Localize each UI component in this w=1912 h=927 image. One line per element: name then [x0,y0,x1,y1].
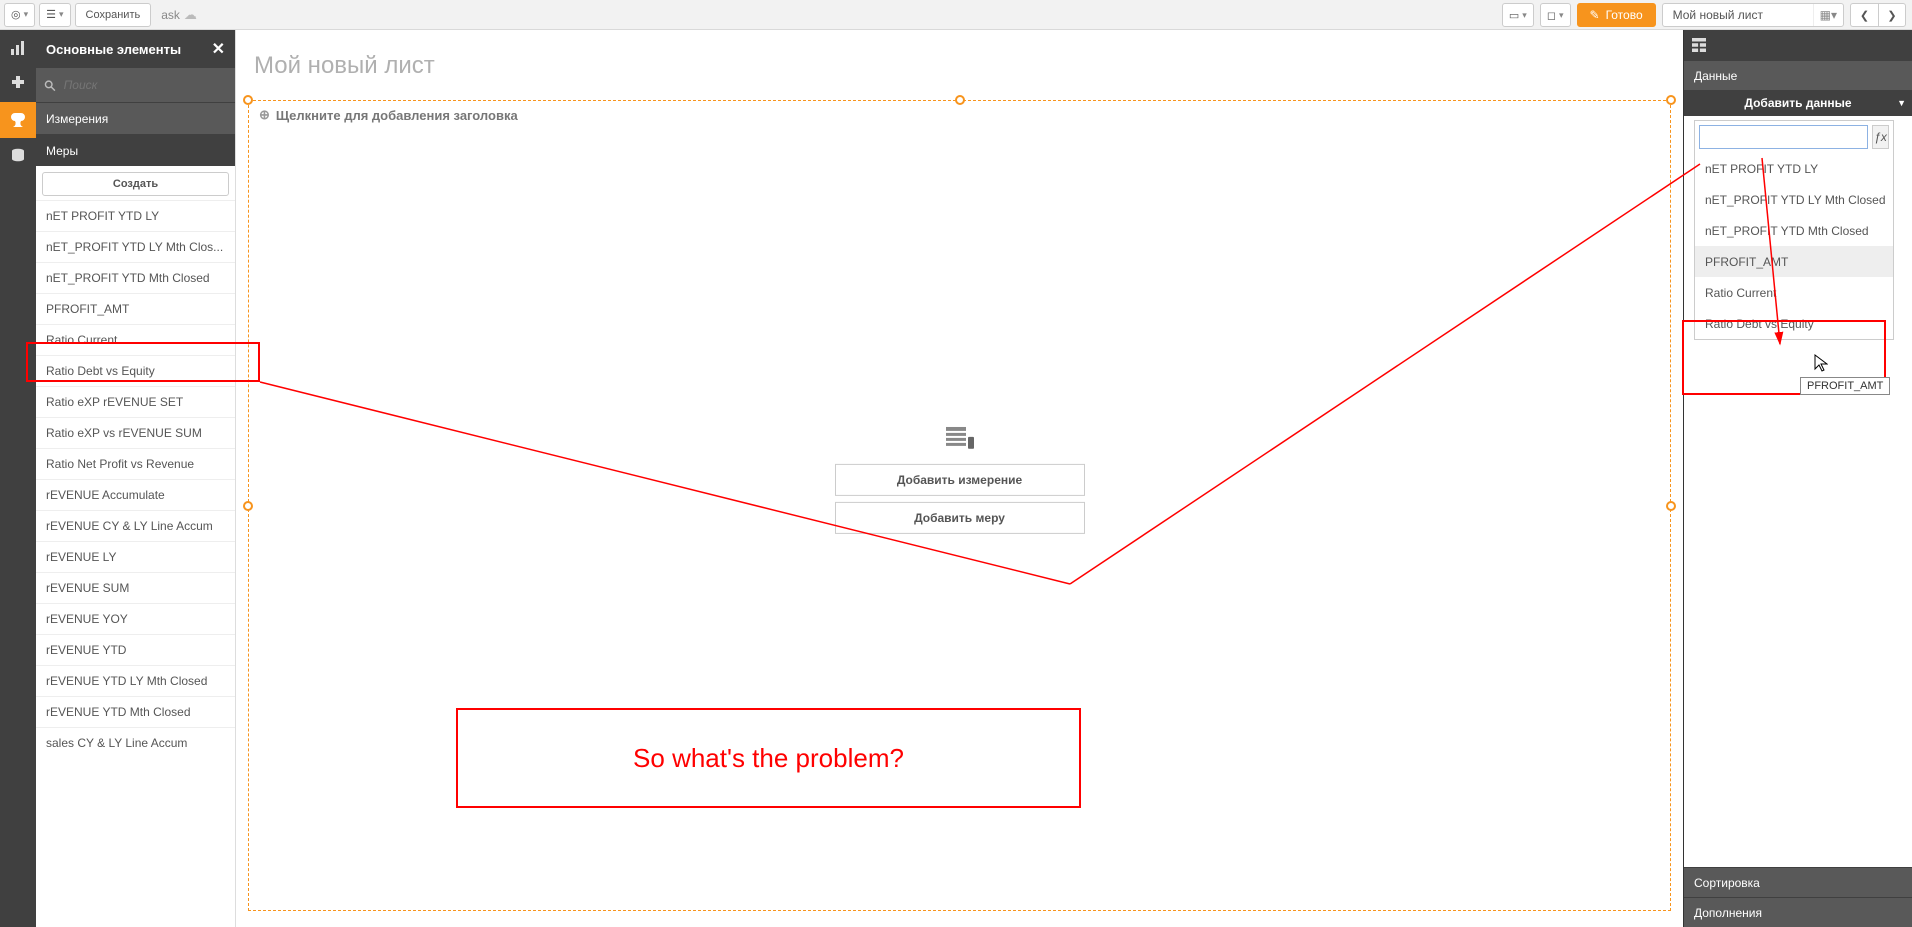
sheet-title[interactable]: Мой новый лист [254,52,435,80]
chevron-down-icon: ▼ [1897,98,1906,108]
search-icon [44,79,56,92]
measure-item[interactable]: Ratio Net Profit vs Revenue [36,448,235,479]
prev-sheet-button[interactable]: ❮ [1850,3,1878,27]
measure-item[interactable]: Ratio eXP vs rEVENUE SUM [36,417,235,448]
add-title-hint[interactable]: ⊕ Щелкните для добавления заголовка [259,107,518,123]
measure-item[interactable]: rEVENUE Accumulate [36,479,235,510]
panel-search[interactable] [36,68,235,102]
sheet-selector[interactable]: Мой новый лист ▦▾ [1662,3,1844,27]
resize-handle[interactable] [243,95,253,105]
cloud-icon: ☁ [184,7,197,23]
picker-item[interactable]: nET_PROFIT YTD Mth Closed [1695,215,1893,246]
picker-item[interactable]: nET PROFIT YTD LY [1695,153,1893,184]
measure-item[interactable]: rEVENUE SUM [36,572,235,603]
resize-handle[interactable] [243,501,253,511]
table-icon [946,426,974,453]
measure-item[interactable]: nET_PROFIT YTD LY Mth Clos... [36,231,235,262]
add-dimension-button[interactable]: Добавить измерение [835,463,1085,495]
measure-item[interactable]: rEVENUE YTD Mth Closed [36,696,235,727]
list-dropdown[interactable]: ☰▾ [39,3,70,27]
measure-item[interactable]: rEVENUE YTD LY Mth Closed [36,665,235,696]
resize-handle[interactable] [1666,95,1676,105]
add-data-button[interactable]: Добавить данные▼ [1684,90,1912,116]
rail-data-icon[interactable] [0,138,36,174]
rail-master-items-icon[interactable] [0,102,36,138]
annotation-question-box: So what's the problem? [456,708,1081,808]
tooltip: PFROFIT_AMT [1800,377,1890,395]
properties-toggle[interactable] [1684,30,1912,60]
panel-header: Основные элементы ✕ [36,30,235,68]
resize-handle[interactable] [955,95,965,105]
measures-list: nET PROFIT YTD LYnET_PROFIT YTD LY Mth C… [36,200,235,927]
create-measure-button[interactable]: Создать [42,172,229,196]
resize-handle[interactable] [1666,501,1676,511]
dimensions-section[interactable]: Измерения [36,102,235,134]
properties-panel: Данные Добавить данные▼ ƒx nET PROFIT YT… [1683,30,1912,927]
cursor-pointer-icon [1814,354,1828,377]
picker-item[interactable]: PFROFIT_AMT [1695,246,1893,277]
measure-item[interactable]: Ratio eXP rEVENUE SET [36,386,235,417]
picker-item[interactable]: nET_PROFIT YTD LY Mth Closed [1695,184,1893,215]
left-rail [0,30,36,927]
field-picker: ƒx nET PROFIT YTD LYnET_PROFIT YTD LY Mt… [1694,120,1894,340]
next-sheet-button[interactable]: ❯ [1878,3,1906,27]
annotation-highlight-left [26,342,260,382]
done-button[interactable]: ✎ Готово [1577,3,1656,27]
measure-item[interactable]: sales CY & LY Line Accum [36,727,235,758]
pencil-icon: ✎ [1590,8,1600,22]
measures-section[interactable]: Меры [36,134,235,166]
panel-search-input[interactable] [64,78,227,92]
sort-section[interactable]: Сортировка [1684,867,1912,897]
master-items-panel: Основные элементы ✕ Измерения Меры Созда… [36,30,236,927]
bookmark-dropdown[interactable]: ◻▾ [1540,3,1571,27]
measure-item[interactable]: nET PROFIT YTD LY [36,200,235,231]
plus-circle-icon: ⊕ [259,107,270,123]
measure-item[interactable]: rEVENUE YTD [36,634,235,665]
picker-list: nET PROFIT YTD LYnET_PROFIT YTD LY Mth C… [1695,153,1893,339]
panel-close-button[interactable]: ✕ [212,39,225,59]
picker-item[interactable]: Ratio Current [1695,277,1893,308]
app-name-label: ask ☁ [161,7,197,23]
sheet-grid-icon[interactable]: ▦▾ [1813,4,1843,26]
save-button[interactable]: Сохранить [75,3,152,27]
measure-item[interactable]: nET_PROFIT YTD Mth Closed [36,262,235,293]
compass-dropdown[interactable]: ◎▾ [4,3,35,27]
expression-button[interactable]: ƒx [1872,125,1889,149]
measure-item[interactable]: PFROFIT_AMT [36,293,235,324]
rail-charts-icon[interactable] [0,30,36,66]
table-mini-icon [1692,38,1706,52]
picker-search-input[interactable] [1699,125,1868,149]
measure-item[interactable]: rEVENUE LY [36,541,235,572]
addons-section[interactable]: Дополнения [1684,897,1912,927]
data-section[interactable]: Данные [1684,60,1912,90]
preview-dropdown[interactable]: ▭▾ [1502,3,1534,27]
rail-extensions-icon[interactable] [0,66,36,102]
add-measure-button[interactable]: Добавить меру [835,501,1085,533]
measure-item[interactable]: rEVENUE CY & LY Line Accum [36,510,235,541]
measure-item[interactable]: rEVENUE YOY [36,603,235,634]
top-toolbar: ◎▾ ☰▾ Сохранить ask ☁ ▭▾ ◻▾ ✎ Готово Мой… [0,0,1912,30]
